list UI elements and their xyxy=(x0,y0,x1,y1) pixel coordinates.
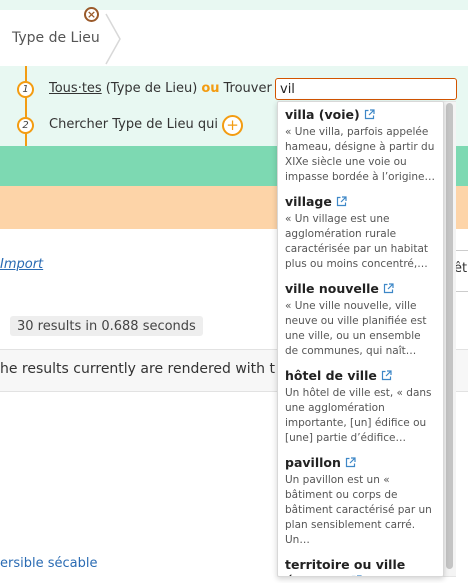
or-label: ou xyxy=(201,81,220,96)
render-notice-text: he results currently are rendered with t xyxy=(0,361,275,377)
query-row-2: Chercher Type de Lieu qui xyxy=(49,117,218,132)
breadcrumb-label: Type de Lieu xyxy=(12,30,100,46)
query-row-1: Tous·tes (Type de Lieu) ou Trouver : xyxy=(49,81,280,96)
external-link-icon[interactable] xyxy=(383,283,394,294)
search-type-label: Chercher Type de Lieu qui xyxy=(49,117,218,132)
find-label: Trouver : xyxy=(223,81,281,96)
suggestion-description: « Une villa, parfois appelée hameau, dés… xyxy=(285,126,436,183)
suggestion-item[interactable]: hôtel de ville Un hôtel de ville est, « … xyxy=(278,363,443,450)
step-connector xyxy=(25,66,27,146)
search-input[interactable] xyxy=(275,78,457,100)
suggestion-title: village xyxy=(285,194,332,209)
suggestion-description: « Un village est une agglomération rural… xyxy=(285,213,429,270)
close-icon[interactable]: × xyxy=(84,7,99,22)
suggestion-item[interactable]: pavillon Un pavillon est un « bâtiment o… xyxy=(278,450,443,552)
breadcrumb-type-de-lieu[interactable]: Type de Lieu xyxy=(0,10,118,66)
suggestion-item[interactable]: village « Un village est une agglomérati… xyxy=(278,189,443,276)
external-link-icon[interactable] xyxy=(345,457,356,468)
suggestion-title: villa (voie) xyxy=(285,107,360,122)
all-types-link[interactable]: Tous·tes xyxy=(49,81,102,96)
add-criterion-button[interactable]: + xyxy=(222,115,243,136)
suggestion-item[interactable]: territoire ou ville étranger xyxy=(278,552,443,577)
suggestion-title: ville nouvelle xyxy=(285,281,379,296)
chevron-right-icon xyxy=(105,13,121,65)
top-band xyxy=(0,0,468,10)
external-link-icon[interactable] xyxy=(351,575,362,577)
type-label: (Type de Lieu) xyxy=(105,81,198,96)
bottom-result-link[interactable]: ersible sécable xyxy=(0,556,97,571)
suggestion-title: pavillon xyxy=(285,455,341,470)
results-count-badge: 30 results in 0.688 seconds xyxy=(10,316,203,336)
suggestion-description: Un pavillon est un « bâtiment ou corps d… xyxy=(285,474,432,546)
external-link-icon[interactable] xyxy=(336,196,347,207)
suggestion-item[interactable]: villa (voie) « Une villa, parfois appelé… xyxy=(278,102,443,189)
step-1-marker: 1 xyxy=(17,81,34,98)
suggestion-title: hôtel de ville xyxy=(285,368,377,383)
suggestion-item[interactable]: ville nouvelle « Une ville nouvelle, vil… xyxy=(278,276,443,363)
plus-icon: + xyxy=(226,116,239,134)
step-2-marker: 2 xyxy=(17,117,34,134)
dropdown-scrollbar-thumb[interactable] xyxy=(446,103,453,569)
suggestions-dropdown: villa (voie) « Une villa, parfois appelé… xyxy=(277,101,444,577)
suggestion-description: « Une ville nouvelle, ville neuve ou vil… xyxy=(285,300,427,357)
suggestion-description: Un hôtel de ville est, « dans une agglom… xyxy=(285,387,432,444)
breadcrumb-bar: Type de Lieu × xyxy=(0,7,468,67)
external-link-icon[interactable] xyxy=(381,370,392,381)
suggestion-title: territoire ou ville étranger xyxy=(285,557,406,576)
import-link[interactable]: Import xyxy=(0,257,43,272)
external-link-icon[interactable] xyxy=(364,109,375,120)
